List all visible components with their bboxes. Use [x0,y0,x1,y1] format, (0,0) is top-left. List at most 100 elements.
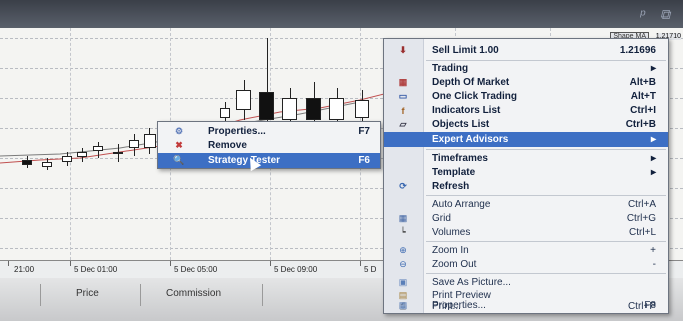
time-label: 5 Dec 01:00 [74,265,118,274]
candle-bullish [220,108,230,118]
menu-item-shortcut: Ctrl+L [629,227,656,238]
menu-separator [426,195,666,196]
time-tick [360,261,361,266]
candle-bearish [259,92,274,120]
menu-item-timeframes[interactable]: Timeframes ▸ [384,151,668,166]
candle-bullish [144,134,156,148]
menu-item-label: Sell Limit 1.00 [432,45,499,56]
menu-item-depth-of-market[interactable]: ▦ Depth Of Market Alt+B [384,75,668,90]
menu-item-shortcut: Ctrl+B [625,119,656,130]
time-tick [70,261,71,266]
menu-item-label: Objects List [432,119,490,130]
menu-item-zoom-in[interactable]: ⊕ Zoom In + [384,243,668,258]
menu-item-shortcut: F7 [358,126,370,137]
grid-icon: ▦ [398,213,408,223]
column-separator [140,284,141,306]
candle-bearish [22,160,32,165]
candle-bullish [62,156,72,162]
indicators-list-icon: f [401,105,405,116]
menu-item-shortcut: F8 [644,299,656,311]
menu-item-label: One Click Trading [432,91,518,102]
submenu-arrow-icon: ▸ [650,134,656,145]
menu-item-volumes[interactable]: ┕ Volumes Ctrl+L [384,225,668,240]
menu-item-properties[interactable]: ⚙ Properties... F7 [158,124,380,139]
properties-icon: ⚙ [174,126,184,136]
menu-item-shortcut: Ctrl+I [630,105,656,116]
menu-separator [426,273,666,274]
menu-item-label: Trading [432,63,469,74]
candle-bullish [93,146,103,151]
zoom-in-icon: ⊕ [399,245,407,255]
menu-item-auto-arrange[interactable]: Auto Arrange Ctrl+A [384,197,668,212]
menu-item-shortcut: + [650,245,656,256]
strategy-tester-icon: 🔍 [173,155,185,165]
menu-item-label: Grid [432,213,451,224]
time-label: 5 Dec 05:00 [174,265,218,274]
menu-separator [426,149,666,150]
menu-item-label: Remove [208,140,247,151]
menu-item-label: Refresh [432,181,470,192]
submenu-arrow-icon: ▸ [650,153,656,164]
time-label: 5 D [364,265,377,274]
save-picture-icon: ▣ [398,277,408,287]
candle-bullish [236,90,251,110]
candle-bullish [329,98,344,120]
column-separator [262,284,263,306]
candle-bearish [306,98,321,120]
volumes-icon: ┕ [400,227,406,237]
menu-item-zoom-out[interactable]: ⊖ Zoom Out - [384,257,668,272]
remove-icon: ✖ [175,140,183,150]
menu-item-one-click-trading[interactable]: ▭ One Click Trading Alt+T [384,89,668,104]
menu-item-grid[interactable]: ▦ Grid Ctrl+G [384,211,668,226]
window-top-bar: ᵖ ⧉ [0,0,683,28]
window-control-icon[interactable]: ᵖ [640,6,645,22]
menu-item-label: Template [432,167,476,178]
menu-item-shortcut: F6 [358,155,370,166]
menu-item-chart-properties[interactable]: ▦ Properties... F8 [384,298,668,312]
menu-item-expert-advisors[interactable]: Expert Advisors ▸ [384,132,668,147]
candle-bullish [355,100,369,118]
menu-item-label: Timeframes [432,153,488,164]
objects-list-icon: ▱ [399,119,407,129]
time-label: 21:00 [14,265,35,274]
time-tick [170,261,171,266]
time-label: 5 Dec 09:00 [274,265,318,274]
menu-item-label: Indicators List [432,105,501,116]
window-restore-icon[interactable]: ⧉ [660,6,670,23]
menu-item-label: Properties... [208,126,266,137]
menu-item-sell-limit[interactable]: ⬇ Sell Limit 1.00 1.21696 [384,43,668,58]
menu-item-label: Auto Arrange [432,199,491,210]
menu-item-remove[interactable]: ✖ Remove [158,138,380,153]
menu-item-indicators-list[interactable]: f Indicators List Ctrl+I [384,103,668,118]
submenu-arrow-icon: ▸ [650,63,656,74]
menu-item-shortcut: Alt+T [630,91,656,102]
candle-bullish [129,140,139,148]
chart-properties-icon: ▦ [398,299,408,310]
time-tick [270,261,271,266]
menu-item-label: Expert Advisors [432,134,509,145]
menu-item-shortcut: - [652,259,656,270]
depth-of-market-icon: ▦ [398,77,408,87]
one-click-trading-icon: ▭ [398,91,408,101]
column-separator [40,284,41,306]
menu-item-strategy-tester[interactable]: 🔍 Strategy Tester F6 [158,153,380,168]
column-header-commission[interactable]: Commission [166,288,221,299]
candle-bullish [77,152,87,157]
menu-item-template[interactable]: Template ▸ [384,165,668,180]
column-header-price[interactable]: Price [76,288,99,299]
menu-item-objects-list[interactable]: ▱ Objects List Ctrl+B [384,117,668,132]
menu-separator [426,241,666,242]
menu-item-label: Zoom In [432,245,469,256]
menu-item-shortcut: Alt+B [629,77,656,88]
menu-item-trading[interactable]: Trading ▸ [384,61,668,76]
menu-item-refresh[interactable]: ⟳ Refresh [384,179,668,194]
menu-item-label: Properties... [432,299,486,311]
menu-item-shortcut: Ctrl+G [626,213,656,224]
menu-item-label: Zoom Out [432,259,477,270]
submenu-arrow-icon: ▸ [650,167,656,178]
refresh-icon: ⟳ [399,181,407,191]
chart-context-menu: ⬇ Sell Limit 1.00 1.21696 Trading ▸ ▦ De… [383,38,669,314]
menu-item-shortcut: Ctrl+A [627,199,656,210]
candle-bullish [42,162,52,167]
time-tick [8,261,9,266]
